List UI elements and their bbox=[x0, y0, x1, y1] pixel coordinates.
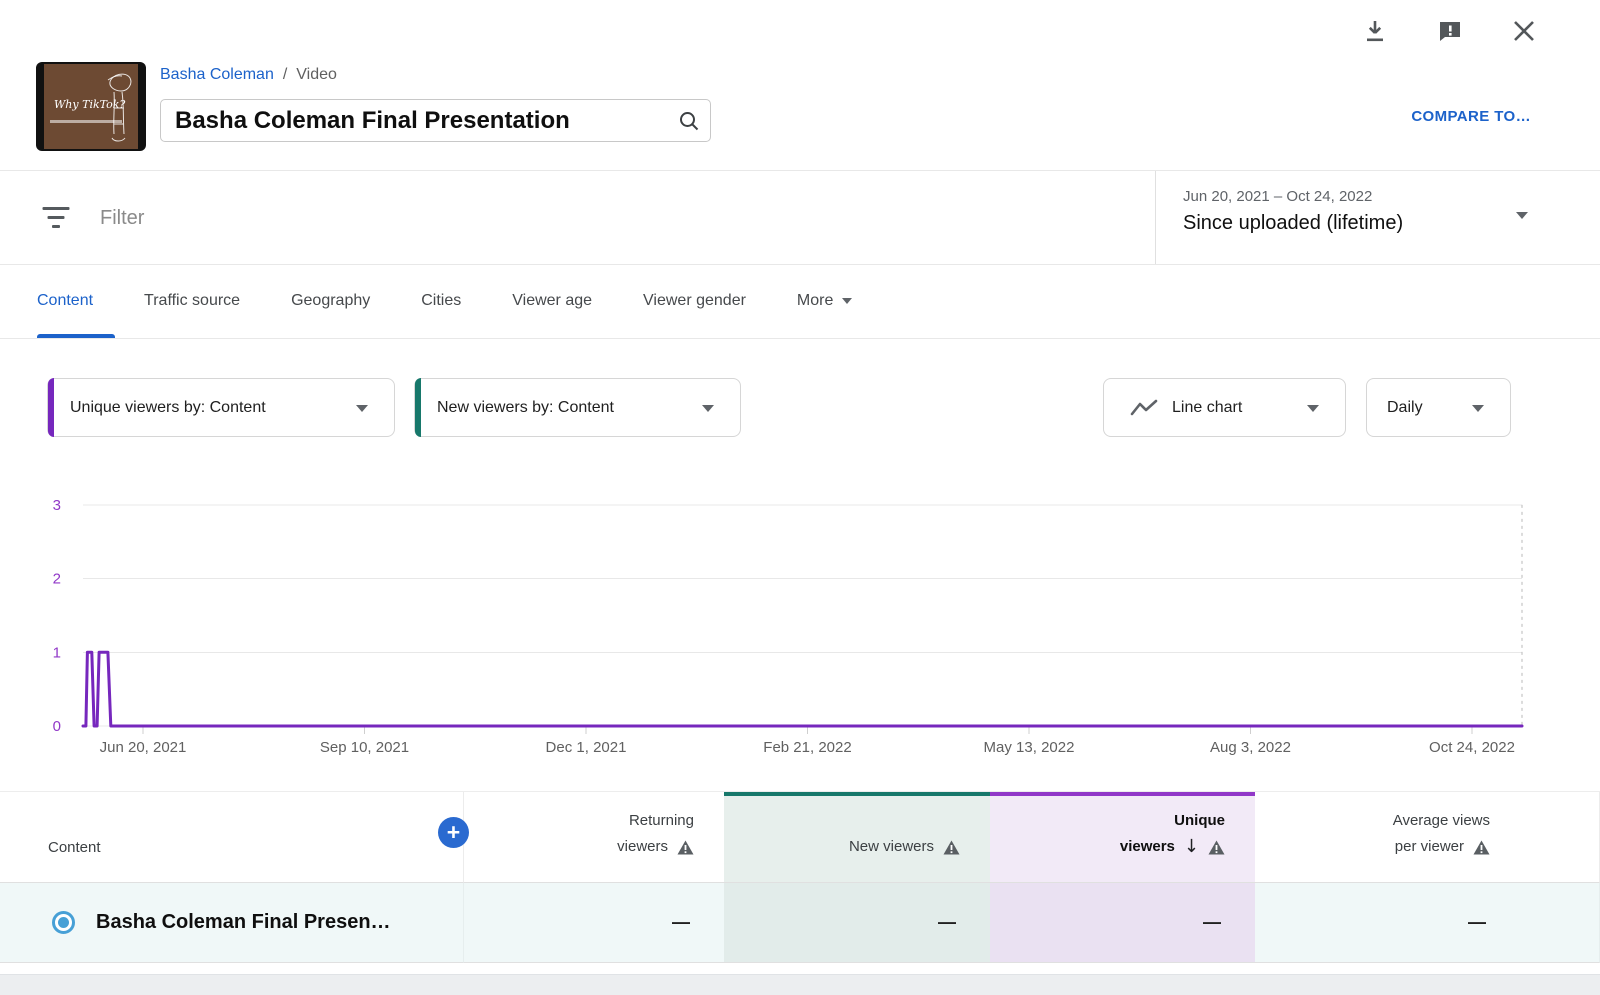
divider bbox=[0, 338, 1600, 339]
interval-selector[interactable]: Daily bbox=[1366, 378, 1511, 437]
download-icon[interactable] bbox=[1358, 14, 1392, 48]
divider bbox=[1155, 171, 1156, 264]
breadcrumb: Basha Coleman / Video bbox=[160, 66, 337, 84]
cell-returning-viewers: — bbox=[464, 883, 724, 963]
metric-picker-new-viewers[interactable]: New viewers by: Content bbox=[414, 378, 741, 437]
video-search-input[interactable] bbox=[161, 107, 668, 135]
interval-label: Daily bbox=[1387, 399, 1423, 417]
cell-unique-viewers: — bbox=[990, 883, 1255, 963]
y-axis-label: 3 bbox=[53, 497, 61, 514]
line-chart-icon bbox=[1130, 399, 1158, 417]
warning-icon bbox=[1473, 840, 1490, 855]
column-header-returning-viewers[interactable]: Returning viewers bbox=[464, 792, 724, 883]
tab-viewer-age[interactable]: Viewer age bbox=[512, 292, 592, 310]
cell-spacer bbox=[1520, 883, 1600, 963]
tab-geography[interactable]: Geography bbox=[291, 292, 370, 310]
column-header-spacer bbox=[1520, 792, 1600, 883]
content-table: Content Returning viewers New viewers Un… bbox=[0, 791, 1600, 963]
divider bbox=[0, 170, 1600, 171]
feedback-icon[interactable] bbox=[1433, 14, 1467, 48]
x-axis-label: Sep 10, 2021 bbox=[320, 739, 409, 756]
chevron-down-icon bbox=[356, 405, 368, 412]
chevron-down-icon bbox=[702, 405, 714, 412]
teal-accent-bar bbox=[415, 378, 421, 437]
page-bottom-band bbox=[0, 974, 1600, 995]
tab-traffic-source[interactable]: Traffic source bbox=[144, 292, 240, 310]
analytics-tabs: Content Traffic source Geography Cities … bbox=[37, 264, 852, 338]
thumbnail-sketch-figure bbox=[102, 68, 136, 146]
tab-more[interactable]: More bbox=[797, 292, 852, 310]
y-axis-label: 1 bbox=[53, 644, 61, 661]
x-axis-label: May 13, 2022 bbox=[984, 739, 1075, 756]
date-range-text: Jun 20, 2021 – Oct 24, 2022 bbox=[1183, 188, 1403, 205]
metric-picker-label: New viewers by: Content bbox=[437, 399, 614, 417]
search-icon[interactable] bbox=[668, 100, 710, 141]
column-header-content[interactable]: Content bbox=[0, 792, 464, 883]
tab-viewer-gender[interactable]: Viewer gender bbox=[643, 292, 746, 310]
warning-icon bbox=[677, 840, 694, 855]
warning-icon bbox=[1208, 840, 1225, 855]
analytics-modal: Why TikTok? Basha Coleman / Video COMPAR… bbox=[0, 0, 1600, 995]
compare-to-link[interactable]: COMPARE TO… bbox=[1381, 108, 1531, 125]
date-preset-text: Since uploaded (lifetime) bbox=[1183, 212, 1403, 235]
column-header-new-viewers[interactable]: New viewers bbox=[724, 792, 990, 883]
tab-cities[interactable]: Cities bbox=[421, 292, 461, 310]
thumbnail-slide: Why TikTok? bbox=[44, 64, 138, 149]
filter-input[interactable] bbox=[100, 200, 1000, 236]
metric-picker-unique-viewers[interactable]: Unique viewers by: Content bbox=[47, 378, 395, 437]
column-header-unique-viewers[interactable]: Unique viewers ↓ bbox=[990, 792, 1255, 883]
warning-icon bbox=[943, 840, 960, 855]
breadcrumb-section: Video bbox=[296, 66, 337, 84]
close-icon[interactable] bbox=[1507, 14, 1541, 48]
cell-new-viewers: — bbox=[724, 883, 990, 963]
date-range-selector[interactable]: Jun 20, 2021 – Oct 24, 2022 Since upload… bbox=[1183, 188, 1403, 235]
column-header-average-views[interactable]: Average views per viewer bbox=[1255, 792, 1520, 883]
y-axis-label: 0 bbox=[53, 718, 61, 735]
x-axis-label: Jun 20, 2021 bbox=[100, 739, 187, 756]
chart-type-label: Line chart bbox=[1172, 399, 1242, 417]
table-row-content-cell[interactable]: Basha Coleman Final Presen… bbox=[0, 883, 464, 963]
sort-descending-icon: ↓ bbox=[1184, 834, 1199, 860]
line-chart: 0 1 2 3 Jun 20, 2021 Sep 10, 2021 Dec 1, 2021 F… bbox=[0, 460, 1600, 760]
video-thumbnail: Why TikTok? bbox=[36, 62, 146, 151]
chart-series-line bbox=[83, 652, 1522, 726]
breadcrumb-channel-link[interactable]: Basha Coleman bbox=[160, 66, 274, 84]
cell-average-views: — bbox=[1255, 883, 1520, 963]
x-axis-label: Dec 1, 2021 bbox=[546, 739, 627, 756]
y-axis-label: 2 bbox=[53, 571, 61, 588]
x-axis-label: Aug 3, 2022 bbox=[1210, 739, 1291, 756]
chevron-down-icon bbox=[842, 298, 852, 304]
filter-icon bbox=[42, 205, 69, 231]
chart-type-selector[interactable]: Line chart bbox=[1103, 378, 1346, 437]
tab-content[interactable]: Content bbox=[37, 292, 93, 310]
chevron-down-icon bbox=[1307, 405, 1319, 412]
chevron-down-icon bbox=[1516, 212, 1528, 219]
x-axis-label: Oct 24, 2022 bbox=[1429, 739, 1515, 756]
breadcrumb-separator: / bbox=[283, 66, 287, 84]
x-axis-label: Feb 21, 2022 bbox=[763, 739, 851, 756]
add-content-button[interactable]: + bbox=[438, 817, 469, 848]
purple-accent-bar bbox=[48, 378, 54, 437]
metric-picker-label: Unique viewers by: Content bbox=[70, 399, 266, 417]
chevron-down-icon bbox=[1472, 405, 1484, 412]
row-radio-selected[interactable] bbox=[52, 911, 75, 934]
row-video-title: Basha Coleman Final Presen… bbox=[96, 911, 391, 934]
video-search-box bbox=[160, 99, 711, 142]
